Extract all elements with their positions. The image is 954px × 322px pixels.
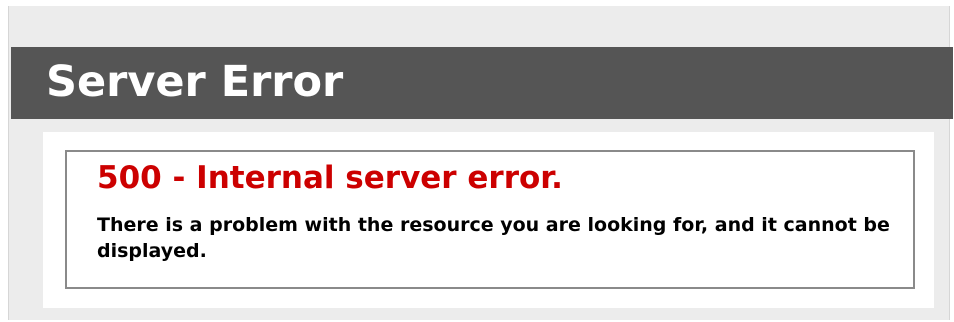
error-box: 500 - Internal server error. There is a … bbox=[65, 150, 915, 289]
page-header: Server Error bbox=[11, 47, 953, 119]
error-heading: 500 - Internal server error. bbox=[97, 160, 563, 196]
page-title: Server Error bbox=[46, 57, 344, 107]
error-message: There is a problem with the resource you… bbox=[97, 214, 890, 262]
content-panel: 500 - Internal server error. There is a … bbox=[43, 132, 934, 308]
